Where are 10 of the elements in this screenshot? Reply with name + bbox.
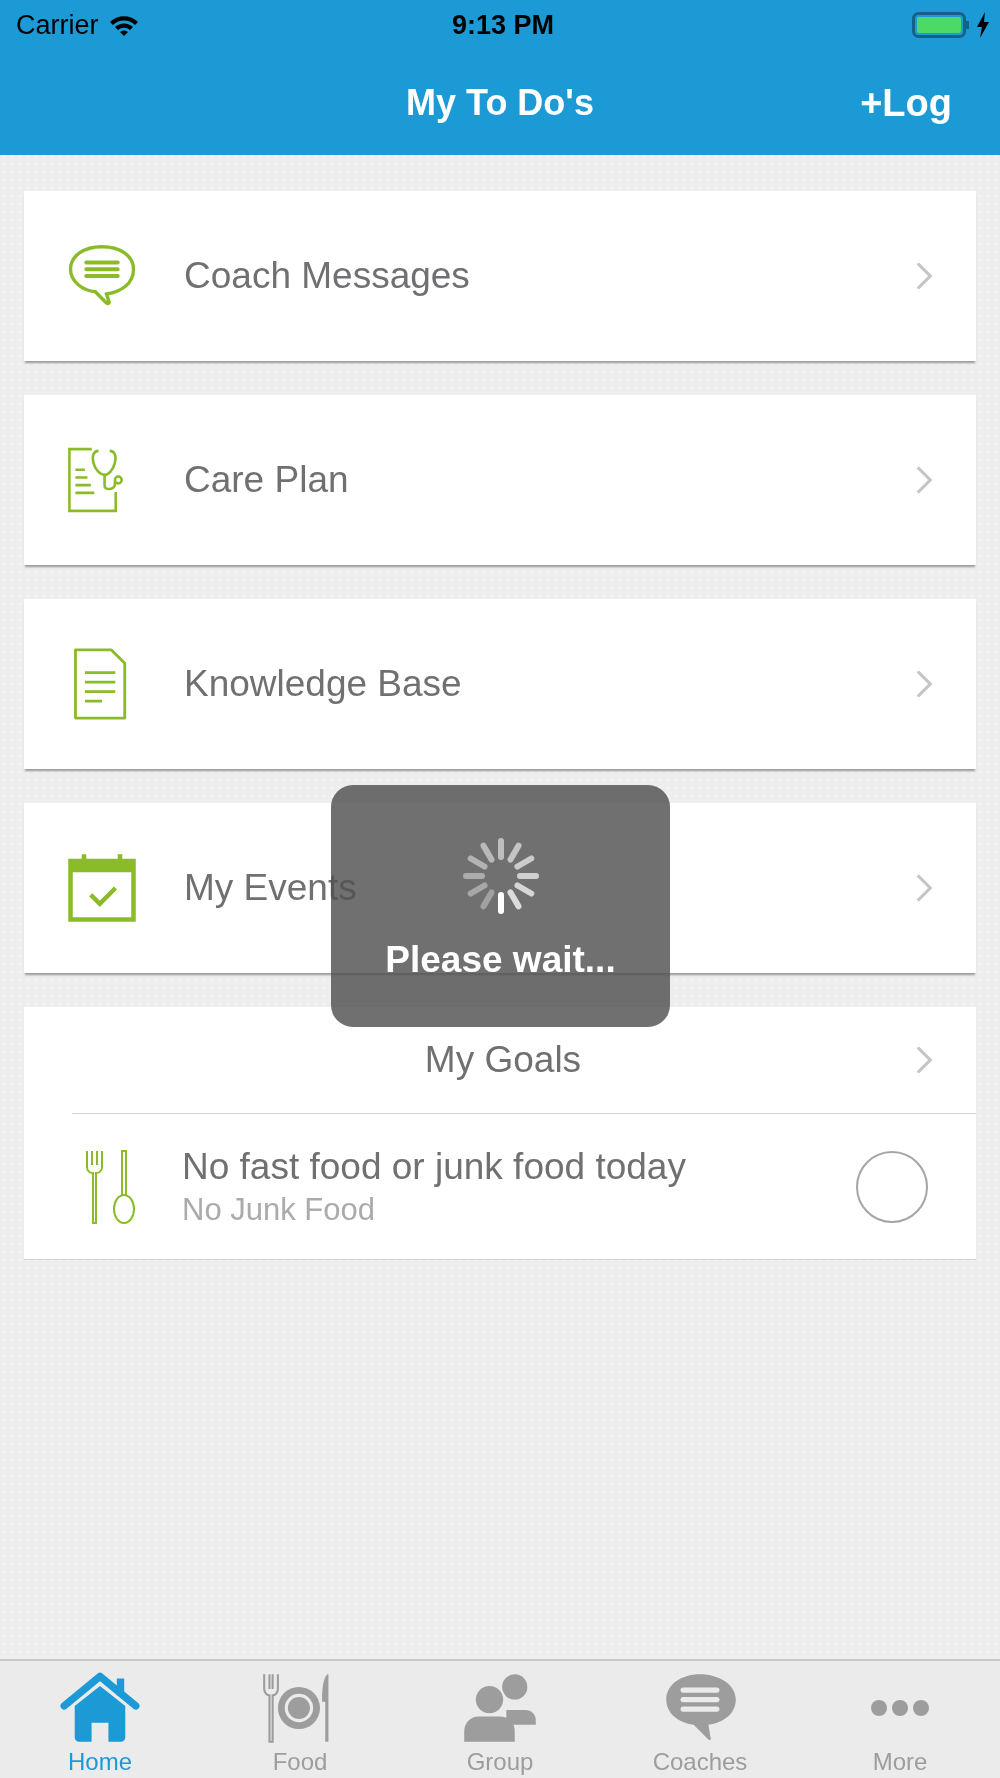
menu-label: Care Plan <box>184 459 350 501</box>
goal-title: No fast food or junk food today <box>182 1145 687 1188</box>
screen-title: My To Do's <box>406 81 594 124</box>
loading-message: Please wait... <box>385 939 616 981</box>
menu-label: Knowledge Base <box>184 663 463 705</box>
menu-label: Coach Messages <box>184 255 471 297</box>
clock: 9:13 PM <box>452 9 555 41</box>
goals-title: My Goals <box>423 1039 583 1081</box>
goal-subtitle: No Junk Food <box>182 1191 376 1228</box>
carrier-label: Carrier <box>16 9 99 41</box>
